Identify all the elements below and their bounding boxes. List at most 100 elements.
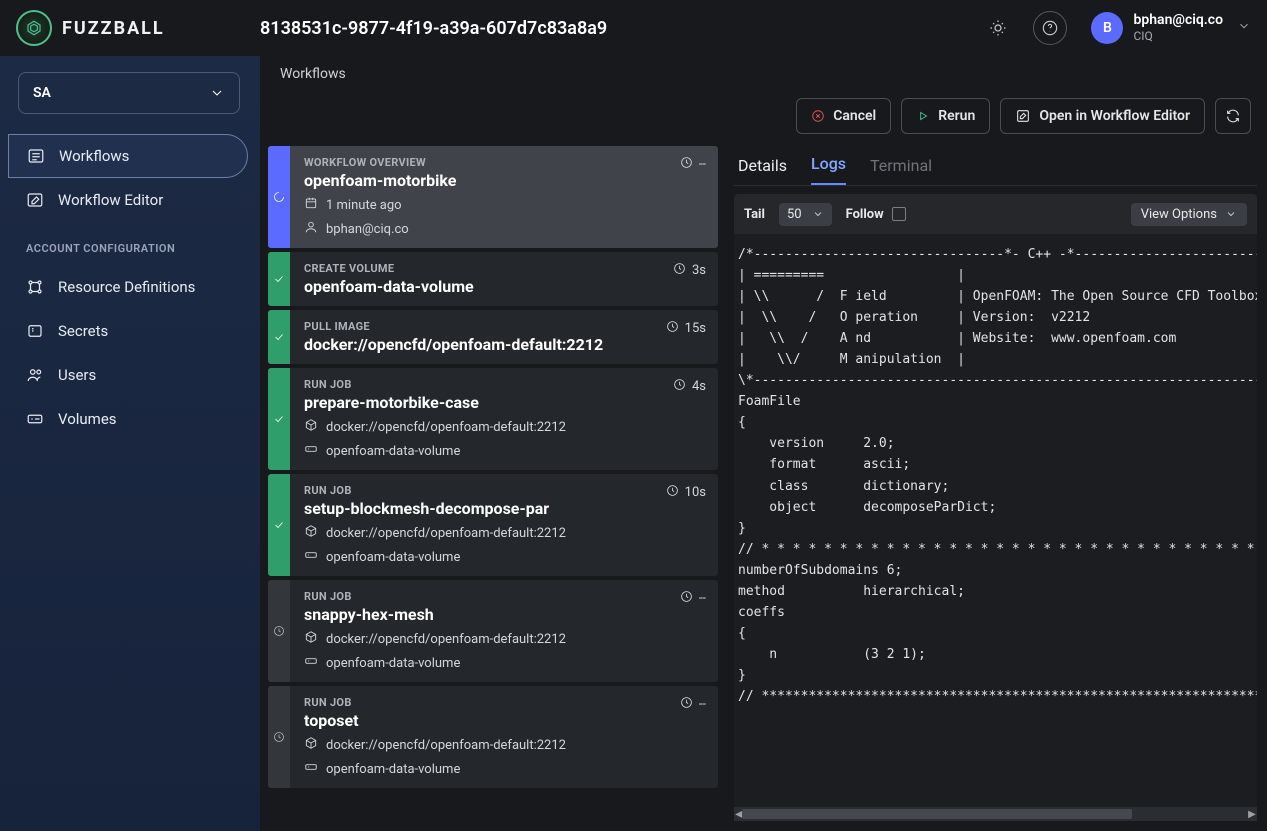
user-email: bphan@ciq.co: [1133, 13, 1223, 28]
sidebar-item-volumes[interactable]: Volumes: [8, 397, 248, 441]
tail-label: Tail: [744, 207, 765, 222]
users-icon: [26, 366, 44, 384]
tenant-label: SA: [33, 85, 51, 101]
sidebar-item-label: Resource Definitions: [58, 278, 195, 296]
chevron-down-icon: [1225, 208, 1237, 220]
sidebar-item-users[interactable]: Users: [8, 353, 248, 397]
secrets-icon: [26, 322, 44, 340]
disk-icon: [304, 654, 318, 672]
step-status-icon: [268, 686, 290, 788]
volumes-icon: [26, 410, 44, 428]
sidebar-item-workflow-editor[interactable]: Workflow Editor: [8, 178, 248, 222]
cancel-icon: [811, 109, 825, 123]
user-icon: [304, 220, 318, 238]
step-title: openfoam-data-volume: [304, 277, 706, 296]
step-kicker: RUN JOB: [304, 484, 706, 497]
subbar: Workflows Cancel Rerun Open in Workflow …: [260, 56, 1267, 142]
cube-icon: [304, 524, 318, 542]
help-icon[interactable]: [1033, 11, 1067, 45]
scroll-right-icon: ▶: [1245, 807, 1259, 821]
step-meta: docker://opencfd/openfoam-default:2212: [304, 736, 706, 754]
sidebar-item-label: Secrets: [58, 322, 108, 340]
list-icon: [27, 147, 45, 165]
brand-logo-icon: [16, 10, 52, 46]
open-in-editor-button[interactable]: Open in Workflow Editor: [1000, 98, 1205, 134]
step-meta: openfoam-data-volume: [304, 442, 706, 460]
sidebar-item-label: Users: [58, 366, 96, 384]
brand-block: FUZZBALL: [16, 10, 260, 46]
step-card[interactable]: CREATE VOLUME openfoam-data-volume3s: [268, 252, 718, 306]
log-output[interactable]: /*--------------------------------*- C++…: [734, 234, 1257, 807]
step-kicker: RUN JOB: [304, 378, 706, 391]
clock-icon: [680, 590, 693, 607]
step-meta: docker://opencfd/openfoam-default:2212: [304, 418, 706, 436]
breadcrumb[interactable]: Workflows: [280, 66, 1251, 82]
theme-toggle-icon[interactable]: [981, 11, 1015, 45]
step-meta: openfoam-data-volume: [304, 548, 706, 566]
sidebar-item-secrets[interactable]: Secrets: [8, 309, 248, 353]
step-card[interactable]: RUN JOB setup-blockmesh-decompose-par dock…: [268, 474, 718, 576]
sidebar-item-resource-definitions[interactable]: Resource Definitions: [8, 265, 248, 309]
sidebar-item-label: Workflows: [59, 147, 129, 165]
steps-list[interactable]: WORKFLOW OVERVIEWopenfoam-motorbike1 min…: [268, 146, 720, 821]
sidebar-item-label: Volumes: [58, 410, 117, 428]
checkbox-icon: [892, 207, 906, 221]
edit-icon: [1015, 108, 1031, 124]
step-status-icon: [268, 252, 290, 306]
user-menu[interactable]: B bphan@ciq.co CIQ: [1091, 12, 1251, 44]
step-duration: --: [680, 156, 706, 173]
step-card[interactable]: RUN JOBprepare-motorbike-casedocker://op…: [268, 368, 718, 470]
step-title: openfoam-motorbike: [304, 171, 706, 190]
main: Workflows Cancel Rerun Open in Workflow …: [260, 56, 1267, 831]
step-status-icon: [268, 474, 290, 576]
resources-icon: [26, 278, 44, 296]
step-kicker: WORKFLOW OVERVIEW: [304, 156, 706, 169]
step-kicker: RUN JOB: [304, 590, 706, 603]
clock-icon: [680, 696, 693, 713]
step-status-icon: [268, 146, 290, 248]
calendar-icon: [304, 196, 318, 214]
step-meta: bphan@ciq.co: [304, 220, 706, 238]
step-card[interactable]: RUN JOBtoposetdocker://opencfd/openfoam-…: [268, 686, 718, 788]
step-title: setup-blockmesh-decompose-par: [304, 499, 706, 518]
step-duration: 15s: [666, 320, 706, 337]
rerun-button[interactable]: Rerun: [901, 98, 990, 134]
brand-name: FUZZBALL: [62, 18, 165, 39]
refresh-icon: [1225, 108, 1241, 124]
step-card[interactable]: WORKFLOW OVERVIEWopenfoam-motorbike1 min…: [268, 146, 718, 248]
view-options-button[interactable]: View Options: [1131, 203, 1247, 226]
tail-select[interactable]: 50: [779, 203, 832, 226]
step-card[interactable]: PULL IMAGEdocker://opencfd/openfoam-defa…: [268, 310, 718, 364]
scrollbar-thumb[interactable]: [742, 809, 1132, 819]
follow-toggle[interactable]: Follow: [846, 207, 906, 222]
step-duration: --: [680, 696, 706, 713]
disk-icon: [304, 760, 318, 778]
disk-icon: [304, 548, 318, 566]
log-toolbar: Tail 50 Follow View Options: [734, 194, 1257, 234]
step-kicker: CREATE VOLUME: [304, 262, 706, 275]
tenant-selector[interactable]: SA: [18, 72, 240, 114]
step-duration: 4s: [673, 378, 706, 395]
horizontal-scrollbar[interactable]: ◀ ▶: [734, 807, 1257, 821]
clock-icon: [666, 484, 679, 501]
step-duration: 3s: [673, 262, 706, 279]
step-title: docker://opencfd/openfoam-default:2212: [304, 335, 706, 354]
chevron-down-icon: [812, 208, 824, 220]
step-meta: openfoam-data-volume: [304, 760, 706, 778]
refresh-button[interactable]: [1215, 98, 1251, 134]
step-duration: 10s: [666, 484, 706, 501]
sidebar-item-workflows[interactable]: Workflows: [8, 134, 248, 178]
steps-panel: WORKFLOW OVERVIEWopenfoam-motorbike1 min…: [268, 146, 720, 821]
tab-logs[interactable]: Logs: [811, 154, 846, 185]
step-card[interactable]: RUN JOBsnappy-hex-meshdocker://opencfd/o…: [268, 580, 718, 682]
step-meta: docker://opencfd/openfoam-default:2212: [304, 524, 706, 542]
clock-icon: [673, 378, 686, 395]
right-panel: Details Logs Terminal Tail 50 Follow: [734, 146, 1257, 821]
tab-terminal[interactable]: Terminal: [870, 156, 932, 185]
step-status-icon: [268, 368, 290, 470]
tab-details[interactable]: Details: [738, 156, 787, 185]
cancel-button[interactable]: Cancel: [796, 98, 891, 134]
cube-icon: [304, 736, 318, 754]
step-kicker: RUN JOB: [304, 696, 706, 709]
page-title: 8138531c-9877-4f19-a39a-607d7c83a8a9: [260, 18, 607, 39]
